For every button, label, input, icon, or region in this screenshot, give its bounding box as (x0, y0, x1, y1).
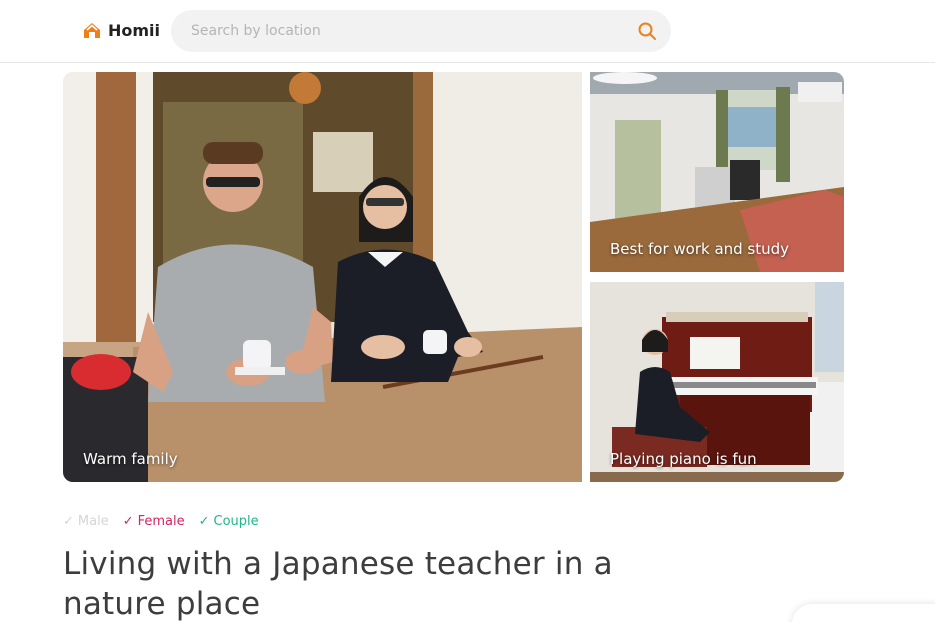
tag-male: ✓ Male (63, 514, 109, 529)
house-icon (84, 23, 100, 38)
search-input[interactable] (191, 23, 621, 39)
homii-logo[interactable]: Homii (82, 20, 160, 40)
brand-name: Homii (108, 20, 161, 40)
tag-female: ✓ Female (123, 514, 185, 529)
top-navigation-bar: Homii (0, 0, 935, 63)
gallery-photo-piano[interactable]: Playing piano is fun (590, 282, 844, 482)
gender-tags: ✓ Male ✓ Female ✓ Couple (63, 514, 259, 529)
check-icon: ✓ (198, 514, 210, 529)
tag-label: Couple (213, 514, 259, 529)
check-icon: ✓ (63, 514, 74, 529)
search-bar[interactable] (171, 10, 671, 52)
floating-booking-card[interactable] (792, 604, 935, 622)
photo-caption: Playing piano is fun (610, 450, 757, 468)
photo-caption: Warm family (83, 450, 178, 468)
tag-label: Male (77, 514, 109, 529)
tag-label: Female (137, 514, 185, 529)
check-icon: ✓ (122, 514, 134, 529)
gallery-photo-study-room[interactable]: Best for work and study (590, 72, 844, 272)
photo-family-at-table (63, 72, 582, 482)
gallery-photo-main[interactable]: Warm family (63, 72, 582, 482)
tag-couple: ✓ Couple (199, 514, 259, 529)
photo-gallery: Warm family Best for work and study Play… (63, 72, 844, 482)
search-icon[interactable] (637, 21, 657, 41)
photo-caption: Best for work and study (610, 240, 790, 258)
listing-title: Living with a Japanese teacher in a natu… (63, 546, 613, 622)
